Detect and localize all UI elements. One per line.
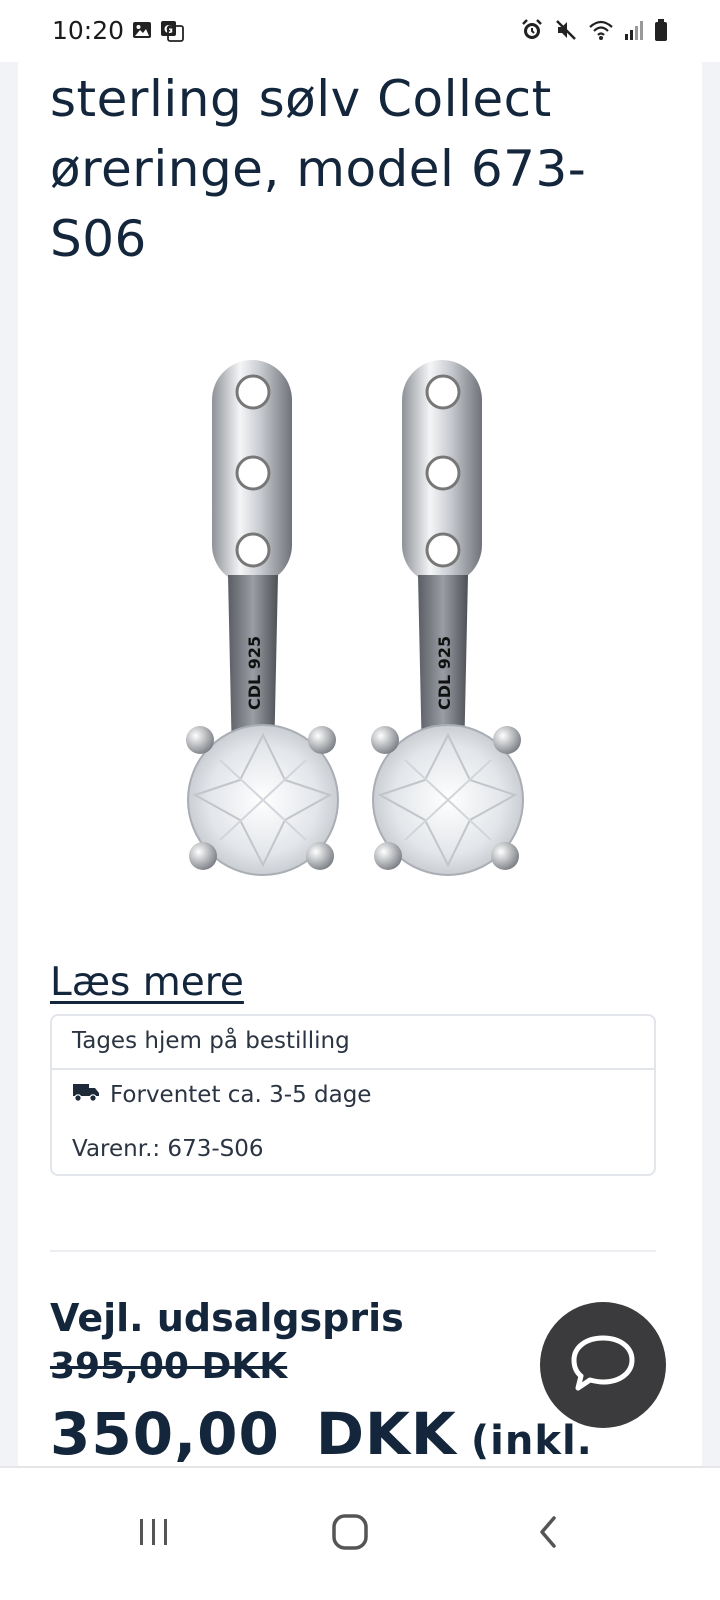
page-gutter-left xyxy=(0,62,18,1502)
back-button[interactable] xyxy=(518,1504,578,1564)
status-right-icons xyxy=(520,18,668,47)
delivery-text: Forventet ca. 3-5 dage xyxy=(110,1082,372,1108)
price-amount: 350,00 xyxy=(50,1400,280,1468)
price-suffix: (inkl. xyxy=(470,1418,593,1464)
current-price: 350,00 DKK (inkl. xyxy=(50,1400,593,1468)
mute-icon xyxy=(554,18,578,47)
gallery-icon xyxy=(132,20,152,47)
back-icon xyxy=(534,1514,562,1555)
sku-text: Varenr.: 673-S06 xyxy=(72,1136,264,1162)
recent-apps-icon xyxy=(136,1516,172,1553)
price-label: Vejl. udsalgspris xyxy=(50,1296,404,1340)
delivery-row: Forventet ca. 3-5 dage xyxy=(72,1082,371,1108)
chat-bubble-icon xyxy=(568,1332,638,1399)
svg-text:CDL 925: CDL 925 xyxy=(245,636,264,710)
info-divider xyxy=(52,1068,654,1070)
old-price: 395,00 DKK xyxy=(50,1346,288,1387)
page-gutter-right xyxy=(702,62,720,1502)
read-more-link[interactable]: Læs mere xyxy=(50,960,244,1005)
translate-icon: G xyxy=(160,20,184,47)
recent-apps-button[interactable] xyxy=(124,1504,184,1564)
battery-icon xyxy=(654,18,668,47)
system-nav-bar xyxy=(0,1466,720,1600)
svg-text:CDL 925: CDL 925 xyxy=(435,636,454,710)
section-divider xyxy=(50,1250,656,1252)
product-title: sterling sølv Collect øreringe, model 67… xyxy=(50,70,587,268)
status-bar: 10:20 G xyxy=(0,0,720,62)
truck-icon xyxy=(72,1082,100,1108)
chat-button[interactable] xyxy=(540,1302,666,1428)
status-time: 10:20 xyxy=(52,16,125,45)
availability-text: Tages hjem på bestilling xyxy=(72,1028,350,1054)
earring-left: CDL 925 xyxy=(186,360,339,876)
alarm-icon xyxy=(520,18,544,47)
earring-right: CDL 925 xyxy=(371,360,524,876)
home-button[interactable] xyxy=(320,1504,380,1564)
signal-icon xyxy=(624,19,644,46)
wifi-icon xyxy=(588,19,614,46)
home-icon xyxy=(331,1513,369,1556)
price-currency: DKK xyxy=(315,1400,457,1468)
status-left-icons: G xyxy=(132,20,184,47)
product-image[interactable]: CDL 925 CDL 925 xyxy=(170,340,550,900)
stock-info-box: Tages hjem på bestilling Forventet ca. 3… xyxy=(50,1014,656,1176)
